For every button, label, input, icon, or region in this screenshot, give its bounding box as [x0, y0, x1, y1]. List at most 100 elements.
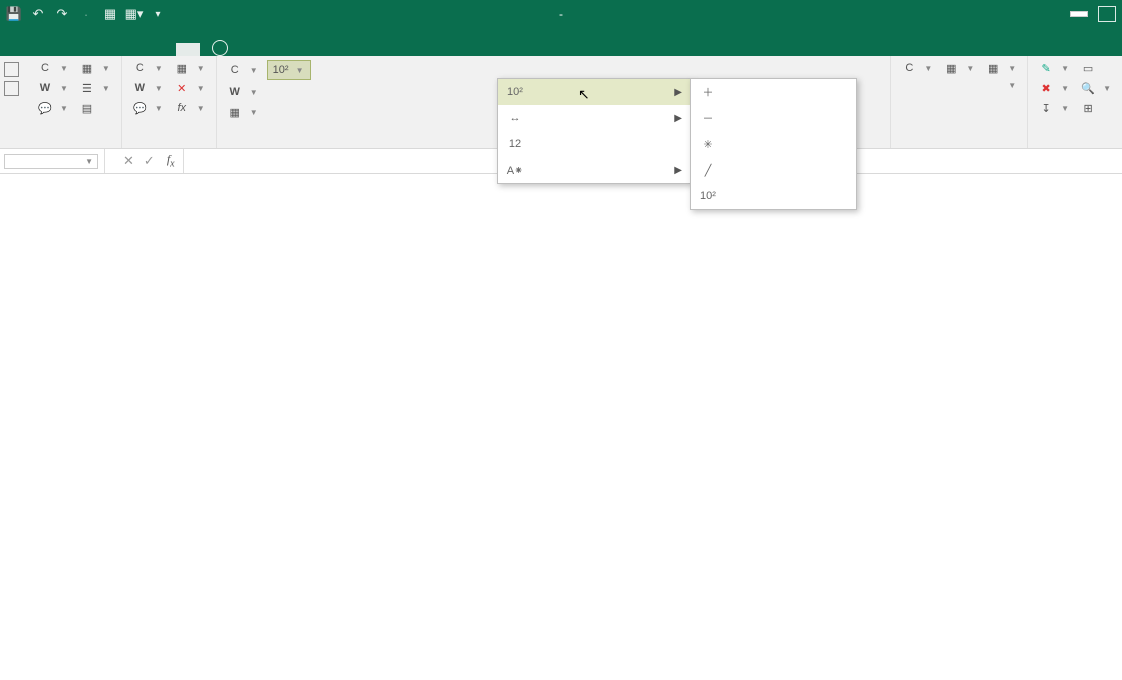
qat-sep: · — [78, 6, 94, 22]
chg-words[interactable]: W▼ — [225, 84, 261, 100]
menu-divide[interactable]: ╱ — [691, 157, 856, 183]
cells-icon: ▦ — [80, 61, 94, 75]
phrases-icon: 💬 — [133, 101, 147, 115]
tab-view[interactable] — [128, 43, 152, 56]
change-icon: ✎ — [1039, 61, 1053, 75]
words-icon: W — [228, 85, 242, 99]
seo-change[interactable]: ✎▼ — [1036, 60, 1072, 76]
round-icon: ↔ — [506, 109, 524, 127]
num-icon: 10² — [506, 83, 524, 101]
cells-icon: ▦ — [175, 61, 189, 75]
del-formulas[interactable]: fx▼ — [172, 100, 208, 116]
tab-help[interactable] — [152, 43, 176, 56]
del-symbols[interactable]: С▼ — [130, 60, 166, 76]
enter-icon[interactable]: ✓ — [144, 153, 155, 169]
restore-window-icon[interactable] — [1098, 6, 1116, 22]
menu-text-to-num[interactable]: 12 — [498, 131, 690, 157]
tab-semtools[interactable] — [176, 43, 200, 56]
group-seo-label — [1036, 144, 1114, 146]
tell-me[interactable] — [200, 40, 246, 56]
divide-icon: ╱ — [699, 161, 717, 179]
checkbox-2[interactable] — [4, 81, 19, 96]
addin2-icon[interactable]: ▦▾ — [126, 6, 142, 22]
ribbon-tabs — [0, 28, 1122, 56]
merge-icon: ▦ — [986, 61, 1000, 75]
symbols-icon: С — [133, 61, 147, 75]
chg-numbers[interactable]: 10²▼ — [267, 60, 311, 80]
menu-add[interactable]: ＋ — [691, 79, 856, 105]
tab-formulas[interactable] — [80, 43, 104, 56]
checkbox-1[interactable] — [4, 62, 19, 77]
detect-cells[interactable]: ▦▼ — [77, 60, 113, 76]
comb-cells[interactable]: ▦▼ — [941, 60, 977, 76]
delete-icon: ✖ — [1039, 81, 1053, 95]
detect-symbols[interactable]: С▼ — [35, 60, 71, 76]
chg-cells[interactable]: ▦▼ — [225, 104, 261, 120]
qat-more-icon[interactable]: ▾ — [150, 6, 166, 22]
minus-icon: － — [699, 109, 717, 127]
dupes-icon: ☰ — [80, 81, 94, 95]
group-delete-label — [130, 144, 208, 146]
seo-cluster[interactable]: ⊞ — [1078, 100, 1102, 116]
save-icon[interactable]: 💾 — [6, 6, 22, 22]
seo-delete[interactable]: ✖▼ — [1036, 80, 1072, 96]
chevron-right-icon: ▶ — [674, 113, 682, 124]
login-button[interactable] — [1070, 11, 1088, 17]
menu-multiply[interactable]: ✳ — [691, 131, 856, 157]
window-title: - — [556, 7, 567, 21]
seo-semant[interactable]: 🔍▼ — [1078, 80, 1114, 96]
redo-icon[interactable]: ↷ — [54, 6, 70, 22]
name-box[interactable]: ▼ — [4, 154, 98, 169]
ranges-icon: ✕ — [175, 81, 189, 95]
chg-symbols[interactable]: С▼ — [225, 60, 261, 80]
tab-home[interactable] — [32, 43, 56, 56]
comb-symbols[interactable]: С▼ — [899, 60, 935, 76]
power-icon: 10² — [699, 187, 717, 205]
del-words[interactable]: W▼ — [130, 80, 166, 96]
cancel-icon[interactable]: ✕ — [123, 153, 134, 169]
addin-icon[interactable]: ▦ — [102, 6, 118, 22]
menu-round[interactable]: ↔▶ — [498, 105, 690, 131]
simple-ops-submenu: ＋ － ✳ ╱ 10² — [690, 78, 857, 210]
comb-tail[interactable]: ▼ — [1001, 80, 1019, 91]
symbols-icon: С — [38, 61, 52, 75]
menu-simple-ops[interactable]: 10²▶ — [498, 79, 690, 105]
tab-file[interactable] — [8, 43, 32, 56]
words-icon: W — [38, 81, 52, 95]
hints-icon: ▭ — [1081, 61, 1095, 75]
detect-words[interactable]: W▼ — [35, 80, 71, 96]
del-cells[interactable]: ▦▼ — [172, 60, 208, 76]
menu-num-to-words[interactable]: A⁕▶ — [498, 157, 690, 183]
del-phrases[interactable]: 💬▼ — [130, 100, 166, 116]
cursor-icon: ↖ — [578, 86, 590, 103]
comb-merge[interactable]: ▦▼ — [983, 60, 1019, 76]
menu-power[interactable]: 10² — [691, 183, 856, 209]
quick-access-toolbar: 💾 ↶ ↷ · ▦ ▦▾ ▾ — [6, 6, 166, 22]
words-icon: W — [133, 81, 147, 95]
sheets-icon: ▤ — [80, 101, 94, 115]
menu-subtract[interactable]: － — [691, 105, 856, 131]
tab-insert[interactable] — [56, 43, 80, 56]
formulas-icon: fx — [175, 101, 189, 115]
fx-icon[interactable]: fx — [167, 152, 183, 169]
undo-icon[interactable]: ↶ — [30, 6, 46, 22]
plus-icon: ＋ — [699, 83, 717, 101]
title-bar: 💾 ↶ ↷ · ▦ ▦▾ ▾ - — [0, 0, 1122, 28]
chevron-down-icon: ▼ — [85, 157, 93, 166]
detect-sheets[interactable]: ▤ — [77, 100, 101, 116]
seo-extract[interactable]: ↧▼ — [1036, 100, 1072, 116]
cells-icon: ▦ — [228, 105, 242, 119]
lightbulb-icon — [212, 40, 228, 56]
tab-data[interactable] — [104, 43, 128, 56]
group-combine-label — [899, 144, 1019, 146]
extract-icon: ↧ — [1039, 101, 1053, 115]
numbers-menu: 10²▶ ↔▶ 12 A⁕▶ — [497, 78, 691, 184]
phrases-icon: 💬 — [38, 101, 52, 115]
symbols-icon: С — [228, 63, 242, 77]
detect-dupes[interactable]: ☰▼ — [77, 80, 113, 96]
detect-phrases[interactable]: 💬▼ — [35, 100, 71, 116]
seo-hints[interactable]: ▭ — [1078, 60, 1102, 76]
ribbon: С▼ ▦▼ W▼ ☰▼ 💬▼ ▤ С▼ ▦▼ W▼ ✕▼ — [0, 56, 1122, 149]
group-detect-label — [35, 144, 113, 146]
del-ranges[interactable]: ✕▼ — [172, 80, 208, 96]
